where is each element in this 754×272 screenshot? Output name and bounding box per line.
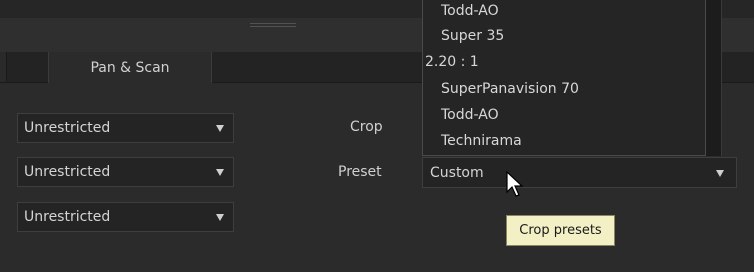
dropdown-value: Unrestricted xyxy=(24,209,111,225)
chevron-down-icon xyxy=(716,170,724,177)
chevron-down-icon xyxy=(216,125,224,132)
popup-item[interactable]: Todd-AO xyxy=(441,107,499,123)
popup-scrollbar[interactable] xyxy=(706,0,722,156)
popup-section-header: 2.20 : 1 xyxy=(425,54,479,70)
splitter-grip-icon[interactable] xyxy=(250,23,296,29)
popup-item[interactable]: Technirama xyxy=(441,133,522,149)
tooltip: Crop presets xyxy=(506,215,615,246)
popup-item[interactable]: Todd-AO xyxy=(441,3,499,19)
tab-label: Pan & Scan xyxy=(90,59,170,76)
restriction-dropdown-2[interactable]: Unrestricted xyxy=(17,157,234,187)
preset-value: Custom xyxy=(430,164,484,181)
chevron-down-icon xyxy=(216,169,224,176)
tab-pan-and-scan[interactable]: Pan & Scan xyxy=(48,52,212,83)
dropdown-value: Unrestricted xyxy=(24,164,111,180)
mouse-pointer-icon xyxy=(506,171,524,197)
restriction-dropdown-3[interactable]: Unrestricted xyxy=(17,202,234,232)
popup-item[interactable]: Super 35 xyxy=(441,28,504,44)
preset-label: Preset xyxy=(338,164,382,180)
tab-previous[interactable] xyxy=(0,52,7,82)
preset-popup-list[interactable]: Todd-AO Super 35 2.20 : 1 SuperPanavisio… xyxy=(422,0,706,156)
restriction-dropdown-1[interactable]: Unrestricted xyxy=(17,113,234,143)
preset-dropdown[interactable]: Custom xyxy=(422,157,737,188)
popup-item[interactable]: SuperPanavision 70 xyxy=(441,81,579,97)
chevron-down-icon xyxy=(216,214,224,221)
tooltip-text: Crop presets xyxy=(519,223,602,238)
crop-label: Crop xyxy=(350,119,383,135)
dropdown-value: Unrestricted xyxy=(24,120,111,136)
